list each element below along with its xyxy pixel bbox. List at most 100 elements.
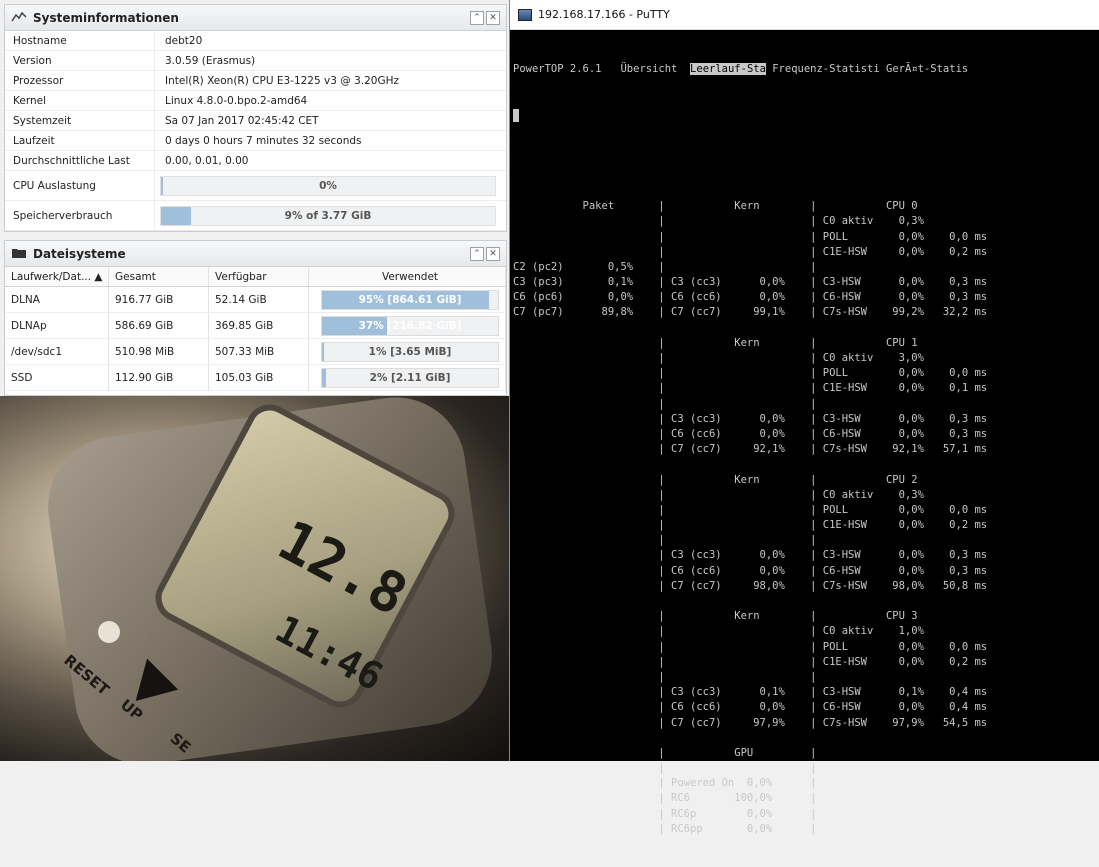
sysinfo-row: Laufzeit 0 days 0 hours 7 minutes 32 seco… [5, 131, 506, 151]
mem-row: Speicherverbrauch 9% of 3.77 GiB [5, 201, 506, 231]
terminal-line: | RC6pp 0,0% | [513, 822, 817, 835]
putty-titlebar[interactable]: 192.168.17.166 - PuTTY [510, 0, 1099, 30]
terminal-line: | RC6p 0,0% | [513, 807, 817, 820]
device-button-dot [98, 621, 120, 643]
column-header-available[interactable]: Verfügbar [209, 267, 309, 286]
terminal-line: | | C1E-HSW 0,0% 0,2 ms [513, 519, 988, 532]
table-cell-avail: 507.33 MiB [209, 339, 309, 364]
sysinfo-key: Version [5, 51, 155, 70]
table-row[interactable]: SSD 112.90 GiB 105.03 GiB 2% [2.11 GiB] [5, 365, 506, 391]
cpu-bar: 0% [160, 175, 496, 196]
sysinfo-row: Systemzeit Sa 07 Jan 2017 02:45:42 CET [5, 111, 506, 131]
table-cell-total: 510.98 MiB [109, 339, 209, 364]
terminal-line: | Powered On 0,0% | [513, 777, 817, 790]
mem-bar-text: 9% of 3.77 GiB [284, 209, 372, 222]
sysinfo-value: Linux 4.8.0-0.bpo.2-amd64 [165, 94, 308, 107]
tab-overview[interactable]: Übersicht [620, 63, 677, 75]
usage-bar-text: 37% [216.82 GiB] [358, 319, 462, 332]
filesystems-title: Dateisysteme [33, 246, 126, 261]
table-cell-used: 2% [2.11 GiB] [309, 365, 506, 390]
tab-idle-stats[interactable]: Leerlauf-Sta [690, 63, 766, 76]
terminal-line: | C7 (cc7) 92,1% | C7s-HSW 92,1% 57,1 ms [513, 443, 988, 456]
chart-line-icon [11, 8, 27, 27]
table-cell-avail: 105.03 GiB [209, 365, 309, 390]
terminal-line: | C7 (cc7) 97,9% | C7s-HSW 97,9% 54,5 ms [513, 716, 988, 729]
table-cell-name: DLNAp [5, 313, 109, 338]
terminal-line: | RC6 100,0% | [513, 792, 817, 805]
cpu-label: CPU Auslastung [5, 171, 155, 200]
powertop-tabbar: PowerTOP 2.6.1 Übersicht Leerlauf-Sta Fr… [513, 62, 1099, 77]
terminal-line: | | POLL 0,0% 0,0 ms [513, 230, 988, 243]
table-cell-total: 916.77 GiB [109, 287, 209, 312]
table-cell-avail: 369.85 GiB [209, 313, 309, 338]
close-icon[interactable]: ✕ [486, 10, 500, 25]
sysinfo-value: 0 days 0 hours 7 minutes 32 seconds [165, 134, 362, 147]
tab-powertop[interactable]: PowerTOP 2.6.1 [513, 63, 602, 75]
terminal-line: | | C0 aktiv 3,0% [513, 352, 924, 365]
sysinfo-key: Systemzeit [5, 111, 155, 130]
terminal[interactable]: PowerTOP 2.6.1 Übersicht Leerlauf-Sta Fr… [513, 32, 1099, 867]
filesystems-rows: DLNA 916.77 GiB 52.14 GiB 95% [864.61 GiB] D… [5, 287, 506, 391]
table-row[interactable]: DLNAp 586.69 GiB 369.85 GiB 37% [216.82 GiB… [5, 313, 506, 339]
terminal-line: | C3 (cc3) 0,1% | C3-HSW 0,1% 0,4 ms [513, 686, 988, 699]
sysinfo-panel: Systeminformationen ⌃ ✕ Hostname debt20 Ve… [4, 4, 507, 232]
sysinfo-key: Durchschnittliche Last [5, 151, 155, 170]
close-icon[interactable]: ✕ [486, 246, 500, 261]
terminal-line: C3 (pc3) 0,1% | C3 (cc3) 0,0% | C3-HSW 0… [513, 276, 988, 289]
collapse-icon[interactable]: ⌃ [470, 246, 484, 261]
sysinfo-row: Durchschnittliche Last 0.00, 0.01, 0.00 [5, 151, 506, 171]
collapse-icon[interactable]: ⌃ [470, 10, 484, 25]
cpu-row: CPU Auslastung 0% [5, 171, 506, 201]
table-cell-used: 37% [216.82 GiB] [309, 313, 506, 338]
table-row[interactable]: DLNA 916.77 GiB 52.14 GiB 95% [864.61 GiB] [5, 287, 506, 313]
folder-icon [11, 244, 27, 263]
tab-device-stats[interactable]: GerÃ¤t-Statis [886, 63, 968, 75]
terminal-line: | | C0 aktiv 0,3% [513, 488, 924, 501]
terminal-line: | C7 (cc7) 98,0% | C7s-HSW 98,0% 50,8 ms [513, 579, 988, 592]
terminal-line: | C6 (cc6) 0,0% | C6-HSW 0,0% 0,4 ms [513, 701, 988, 714]
filesystems-panel: Dateisysteme ⌃ ✕ Laufwerk/Dat... ▲ Gesam… [4, 240, 507, 396]
usage-bar-text: 2% [2.11 GiB] [369, 371, 451, 384]
column-header-total[interactable]: Gesamt [109, 267, 209, 286]
terminal-output: Paket | Kern | CPU 0 | | C0 aktiv 0,3% |… [513, 154, 1099, 837]
table-cell-total: 112.90 GiB [109, 365, 209, 390]
table-cell-used: 95% [864.61 GiB] [309, 287, 506, 312]
terminal-line: | | C1E-HSW 0,0% 0,2 ms [513, 655, 988, 668]
sysinfo-value: Sa 07 Jan 2017 02:45:42 CET [165, 114, 319, 127]
terminal-line: | C6 (cc6) 0,0% | C6-HSW 0,0% 0,3 ms [513, 427, 988, 440]
terminal-line: | Kern | CPU 3 [513, 610, 918, 623]
sysinfo-row: Hostname debt20 [5, 31, 506, 51]
terminal-line: C7 (pc7) 89,8% | C7 (cc7) 99,1% | C7s-HS… [513, 306, 988, 319]
terminal-line: | C6 (cc6) 0,0% | C6-HSW 0,0% 0,3 ms [513, 564, 988, 577]
terminal-cursor [513, 108, 519, 122]
sysinfo-title: Systeminformationen [33, 10, 179, 25]
terminal-line: | | POLL 0,0% 0,0 ms [513, 503, 988, 516]
mem-bar: 9% of 3.77 GiB [160, 205, 496, 226]
column-header-used[interactable]: Verwendet [309, 267, 506, 286]
column-header-drive[interactable]: Laufwerk/Dat... ▲ [5, 267, 109, 286]
terminal-line: | | C1E-HSW 0,0% 0,1 ms [513, 382, 988, 395]
sysinfo-row: Version 3.0.59 (Erasmus) [5, 51, 506, 71]
filesystems-header: Dateisysteme ⌃ ✕ [5, 241, 506, 267]
terminal-line: C6 (pc6) 0,0% | C6 (cc6) 0,0% | C6-HSW 0… [513, 291, 988, 304]
putty-window[interactable]: 192.168.17.166 - PuTTY PowerTOP 2.6.1 Üb… [509, 0, 1099, 835]
table-cell-avail: 52.14 GiB [209, 287, 309, 312]
sysinfo-header: Systeminformationen ⌃ ✕ [5, 5, 506, 31]
terminal-line: | C3 (cc3) 0,0% | C3-HSW 0,0% 0,3 ms [513, 549, 988, 562]
table-row[interactable]: /dev/sdc1 510.98 MiB 507.33 MiB 1% [3.65 Mi… [5, 339, 506, 365]
mem-label: Speicherverbrauch [5, 201, 155, 230]
usage-bar: 1% [3.65 MiB] [321, 341, 499, 362]
tab-frequency-stats[interactable]: Frequenz-Statisti [772, 63, 879, 75]
putty-icon [518, 8, 532, 21]
terminal-line: | | [513, 397, 817, 410]
usage-bar: 2% [2.11 GiB] [321, 367, 499, 388]
terminal-line: | | C1E-HSW 0,0% 0,2 ms [513, 245, 988, 258]
cpu-bar-text: 0% [319, 179, 337, 192]
sysinfo-row: Prozessor Intel(R) Xeon(R) CPU E3-1225 v3… [5, 71, 506, 91]
terminal-line: | C3 (cc3) 0,0% | C3-HSW 0,0% 0,3 ms [513, 412, 988, 425]
terminal-line: | | [513, 670, 817, 683]
